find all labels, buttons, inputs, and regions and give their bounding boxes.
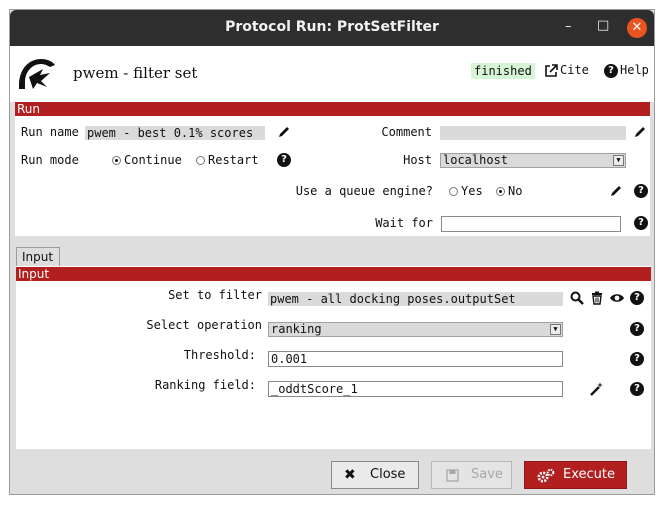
chevron-down-icon: ▼ bbox=[613, 155, 624, 166]
wait-for-input[interactable] bbox=[441, 216, 621, 232]
select-operation-select[interactable]: ranking ▼ bbox=[268, 322, 563, 337]
search-icon[interactable] bbox=[570, 291, 584, 305]
help-icon: ? bbox=[604, 64, 618, 78]
protocol-window: Protocol Run: ProtSetFilter – □ ✕ pwem -… bbox=[9, 9, 655, 495]
set-to-filter-help-icon[interactable]: ? bbox=[630, 291, 644, 305]
tab-input-label: Input bbox=[22, 250, 54, 264]
edit-queue-icon[interactable] bbox=[609, 184, 623, 198]
title-bar[interactable]: Protocol Run: ProtSetFilter – □ ✕ bbox=[10, 10, 654, 46]
ranking-field-help-icon[interactable]: ? bbox=[630, 382, 644, 396]
comment-label: Comment bbox=[381, 125, 432, 139]
run-mode-label: Run mode bbox=[21, 153, 79, 167]
protocol-name: pwem - filter set bbox=[73, 64, 198, 82]
queue-no-radio[interactable] bbox=[496, 187, 505, 196]
comment-field[interactable] bbox=[440, 126, 626, 140]
minimize-button[interactable]: – bbox=[565, 19, 572, 34]
run-mode-restart-radio[interactable] bbox=[196, 156, 205, 165]
close-button[interactable]: ✖ Close bbox=[331, 461, 419, 489]
threshold-label: Threshold: bbox=[183, 348, 256, 362]
select-operation-value: ranking bbox=[271, 322, 322, 336]
queue-yes-label: Yes bbox=[461, 184, 483, 198]
run-mode-restart-label: Restart bbox=[208, 153, 259, 167]
edit-run-name-icon[interactable] bbox=[277, 125, 291, 139]
external-link-icon bbox=[545, 64, 558, 77]
window-title: Protocol Run: ProtSetFilter bbox=[225, 19, 439, 35]
run-section: Run Run name pwem - best 0.1% scores Com… bbox=[15, 102, 650, 236]
trash-icon[interactable] bbox=[590, 291, 604, 305]
gears-icon bbox=[537, 468, 555, 483]
wait-for-label: Wait for bbox=[375, 216, 433, 230]
queue-no-label: No bbox=[508, 184, 523, 198]
threshold-help-icon[interactable]: ? bbox=[630, 352, 644, 366]
input-section-title: Input bbox=[16, 267, 651, 281]
scipion-logo-icon bbox=[19, 59, 55, 89]
queue-help-icon[interactable]: ? bbox=[634, 184, 648, 198]
execute-button[interactable]: Execute bbox=[524, 461, 627, 489]
status-badge: finished bbox=[471, 63, 535, 79]
input-section: Input Set to filter pwem - all docking p… bbox=[16, 266, 651, 449]
save-button-label: Save bbox=[471, 467, 503, 482]
select-operation-label: Select operation bbox=[146, 318, 262, 332]
run-section-title: Run bbox=[15, 102, 650, 116]
eye-icon[interactable] bbox=[609, 292, 625, 304]
set-to-filter-field[interactable]: pwem - all docking poses.outputSet bbox=[268, 292, 563, 306]
close-window-button[interactable]: ✕ bbox=[627, 18, 647, 38]
queue-yes-radio[interactable] bbox=[449, 187, 458, 196]
ranking-field-input[interactable]: _oddtScore_1 bbox=[268, 381, 563, 397]
run-mode-help-icon[interactable]: ? bbox=[277, 153, 291, 167]
set-to-filter-label: Set to filter bbox=[168, 288, 262, 302]
run-mode-continue-radio[interactable] bbox=[112, 156, 121, 165]
wait-for-help-icon[interactable]: ? bbox=[634, 216, 648, 230]
threshold-input[interactable]: 0.001 bbox=[268, 351, 563, 367]
host-select-value: localhost bbox=[443, 153, 509, 167]
run-name-label: Run name bbox=[21, 125, 79, 139]
ranking-field-label: Ranking field: bbox=[154, 378, 256, 392]
host-label: Host bbox=[403, 153, 432, 167]
save-button[interactable]: Save bbox=[431, 461, 512, 489]
run-mode-continue-label: Continue bbox=[124, 153, 182, 167]
host-select[interactable]: localhost ▼ bbox=[440, 153, 626, 168]
protocol-header: pwem - filter set finished Cite ? Help bbox=[10, 46, 654, 102]
execute-button-label: Execute bbox=[563, 467, 615, 482]
select-operation-help-icon[interactable]: ? bbox=[630, 322, 644, 336]
close-button-label: Close bbox=[370, 467, 406, 482]
tab-input[interactable]: Input bbox=[16, 247, 60, 267]
chevron-down-icon: ▼ bbox=[550, 324, 561, 335]
cite-label: Cite bbox=[560, 63, 589, 77]
floppy-disk-icon bbox=[446, 469, 459, 482]
magic-wand-icon[interactable] bbox=[589, 381, 605, 397]
edit-comment-icon[interactable] bbox=[633, 125, 647, 139]
maximize-button[interactable]: □ bbox=[597, 18, 609, 33]
queue-label: Use a queue engine? bbox=[295, 184, 433, 198]
help-label: Help bbox=[620, 63, 649, 77]
close-x-icon: ✖ bbox=[344, 467, 356, 483]
run-name-field[interactable]: pwem - best 0.1% scores bbox=[85, 126, 265, 140]
